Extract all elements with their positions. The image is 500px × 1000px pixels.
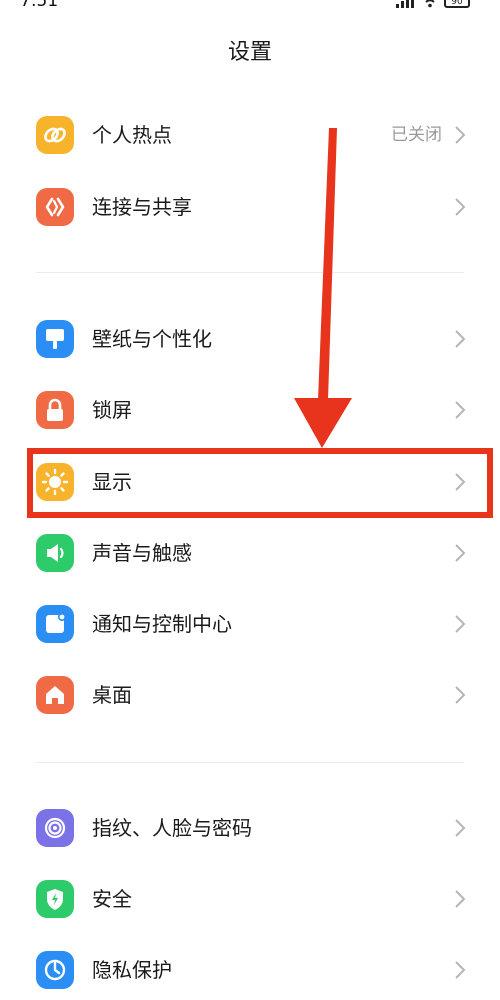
- settings-item-notifications[interactable]: 通知与控制中心: [0, 594, 500, 654]
- chevron-right-icon: [455, 544, 466, 562]
- settings-item-label: 连接与共享: [92, 195, 192, 219]
- chevron-right-icon: [455, 890, 466, 908]
- chevron-right-icon: [455, 615, 466, 633]
- wallpaper-icon: [36, 320, 74, 358]
- status-bar: 7:51 90: [0, 0, 500, 10]
- wifi-icon: [425, 0, 435, 8]
- notification-icon: [36, 605, 74, 643]
- settings-item-label: 隐私保护: [92, 958, 172, 982]
- section-divider: [36, 272, 464, 273]
- settings-item-label: 指纹、人脸与密码: [92, 816, 252, 840]
- chevron-right-icon: [455, 686, 466, 704]
- battery-level: 90: [451, 0, 463, 7]
- privacy-icon: [36, 951, 74, 989]
- section-divider: [36, 762, 464, 763]
- connection-share-icon: [36, 188, 74, 226]
- settings-item-label: 通知与控制中心: [92, 612, 232, 636]
- settings-item-value: 已关闭: [391, 125, 442, 145]
- page-title: 设置: [227, 40, 272, 65]
- chevron-right-icon: [455, 819, 466, 837]
- settings-item-connection-share[interactable]: 连接与共享: [0, 177, 500, 237]
- chevron-right-icon: [455, 961, 466, 979]
- chevron-right-icon: [455, 198, 466, 216]
- settings-item-label: 个人热点: [92, 123, 172, 147]
- settings-item-label: 声音与触感: [92, 541, 192, 565]
- annotation-highlight-box: [27, 448, 493, 518]
- settings-item-wallpaper[interactable]: 壁纸与个性化: [0, 309, 500, 369]
- status-time: 7:51: [20, 0, 59, 10]
- settings-item-fingerprint-face-password[interactable]: 指纹、人脸与密码: [0, 798, 500, 858]
- hotspot-icon: [36, 116, 74, 154]
- home-icon: [36, 676, 74, 714]
- battery-icon: 90: [444, 0, 470, 8]
- chevron-right-icon: [455, 126, 466, 144]
- shield-icon: [36, 880, 74, 918]
- settings-item-security[interactable]: 安全: [0, 869, 500, 929]
- fingerprint-icon: [36, 809, 74, 847]
- settings-item-lock-screen[interactable]: 锁屏: [0, 380, 500, 440]
- settings-item-home-screen[interactable]: 桌面: [0, 665, 500, 725]
- settings-item-privacy[interactable]: 隐私保护: [0, 940, 500, 1000]
- settings-item-label: 壁纸与个性化: [92, 327, 212, 351]
- settings-item-sound[interactable]: 声音与触感: [0, 523, 500, 583]
- chevron-right-icon: [455, 401, 466, 419]
- chevron-right-icon: [455, 330, 466, 348]
- settings-item-label: 锁屏: [92, 398, 132, 422]
- settings-item-label: 安全: [92, 887, 132, 911]
- signal-icon: [396, 0, 416, 8]
- speaker-icon: [36, 534, 74, 572]
- lock-icon: [36, 391, 74, 429]
- settings-item-hotspot[interactable]: 个人热点 已关闭: [0, 105, 500, 165]
- settings-item-label: 桌面: [92, 683, 132, 707]
- status-icons: 90: [396, 0, 470, 8]
